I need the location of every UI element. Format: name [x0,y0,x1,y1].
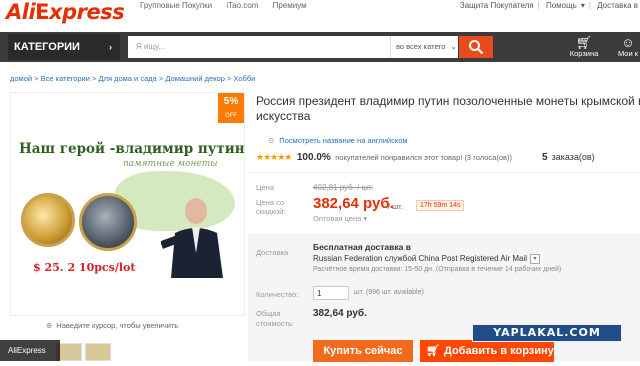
nav-bar: КАТЕГОРИИ › Я ищу... во всех катего ⌄ 🛒︎… [0,32,640,62]
search-category-select[interactable]: во всех катего ⌄ [390,36,458,58]
chevron-right-icon: › [109,42,112,52]
free-shipping-text: Бесплатная доставка в [313,242,411,252]
person-figure-image [161,198,223,278]
product-title: Россия президент владимир путин позолоче… [256,94,640,124]
discount-price-label-2: скидкой: [256,207,286,216]
rating-row: ★★★★★ 100.0% покупателей понравился этот… [256,152,512,163]
orders-count: 5 заказа(ов) [542,152,595,163]
discount-price-label-1: Цена со [256,198,285,207]
discount-price: 382,64 руб. [313,195,394,212]
chevron-down-icon: ▾ [580,1,585,10]
breadcrumb: домой > Все категории > Для дома и сада … [10,74,256,83]
cart-label: Корзина [569,49,599,58]
breadcrumb-all-categories[interactable]: Все категории [41,74,90,83]
ad-subline: памятные монеты [123,159,218,169]
thumbnail-strip [56,343,236,361]
ad-headline: Наш герой -владимир путин! [19,141,245,157]
help-link[interactable]: Помощь [546,1,577,10]
countdown-timer: 17h 59m 14s [416,200,465,211]
top-link-itao[interactable]: iTao.com [226,1,258,10]
discount-unit: % [229,96,239,107]
shipping-method-value: Russian Federation службой China Post Re… [313,254,528,264]
translate-title-link[interactable]: ⊙ Посмотреть название на английском [268,136,408,145]
thumbnail-image[interactable] [85,343,111,361]
categories-button[interactable]: КАТЕГОРИИ › [8,34,120,60]
divider: | [588,1,591,10]
discount-word: OFF [225,113,237,119]
search-button[interactable] [459,36,493,58]
rating-text[interactable]: покупателей понравился этот товар! (3 го… [335,153,512,162]
categories-label: КАТЕГОРИИ [14,41,80,53]
cart-button[interactable]: 🛒︎ Корзина [564,36,604,58]
top-right-links: Защита Покупателя | Помощь ▾ | Доставка в [456,1,638,10]
breadcrumb-home-decor[interactable]: Домашний декор [165,74,225,83]
coin-front-image [21,193,75,247]
orders-count-label: заказа(ов) [551,152,595,162]
chevron-down-icon: ⌄ [450,42,457,51]
cart-icon: 🛒︎ [575,35,593,50]
buyer-protection-link[interactable]: Защита Покупателя [460,1,534,10]
globe-icon: ⊙ [268,136,275,145]
shipping-label: Доставка [256,248,289,257]
buy-now-button[interactable]: Купить сейчас [313,340,413,362]
breadcrumb-home[interactable]: домой [10,74,32,83]
top-link-premium[interactable]: Премиум [273,1,307,10]
my-orders-button[interactable]: ☺︎ Мои к [608,36,640,58]
star-rating-icon: ★★★★★ [256,152,292,162]
ad-price-text: $ 25. 2 10pcs/lot [33,261,136,274]
zoom-hint: ⊕ Наведите курсор, чтобы увеличить [46,321,178,330]
wholesale-price-link[interactable]: Оптовая цена ▾ [313,214,367,223]
top-link-group-buy[interactable]: Групповые Покупки [140,1,212,10]
chevron-down-icon: ▾ [530,254,541,264]
watermark: YAPLAKAL.COM [472,324,622,342]
quantity-label: Количество: [256,290,299,299]
product-title-line2: искусства [256,109,311,123]
source-tag: AliExpress [0,340,60,361]
search-category-value: во всех катего [396,42,446,51]
top-bar: AliExpress Групповые Покупки iTao.com Пр… [0,0,640,30]
total-label-1: Общая [256,309,281,318]
quantity-input[interactable]: 1 [313,286,349,300]
logo-e-icon: E [35,0,50,24]
zoom-hint-text: Наведите курсор, чтобы увеличить [56,321,179,330]
price-label: Цена [256,183,275,192]
logo-text-xpress: xpress [49,0,125,24]
per-unit-label: / шт. [388,202,403,211]
user-icon: ☺︎ [621,35,635,50]
product-title-line1: Россия президент владимир путин позолоче… [256,94,640,108]
ship-to-link[interactable]: Доставка в [597,1,638,10]
logo-text-ali: Ali [6,0,36,24]
total-label-2: стоимость: [256,319,294,328]
quantity-note: шт. (996 шт. available) [354,289,424,296]
breadcrumb-hobby[interactable]: Хобби [233,74,255,83]
breadcrumb-home-garden[interactable]: Для дома и сада [98,74,156,83]
my-orders-label: Мои к [617,49,639,58]
rating-percent: 100.0% [296,152,331,163]
coin-back-image [79,193,137,251]
search-icon [469,40,484,55]
magnifier-icon: ⊕ [46,321,53,330]
translate-link-text: Посмотреть название на английском [279,136,408,145]
aliexpress-logo[interactable]: AliExpress [6,0,125,24]
add-to-cart-button[interactable]: 🛒︎ Добавить в корзину [420,340,554,362]
search-input[interactable]: Я ищу... [128,36,390,58]
cart-icon: 🛒︎ [426,345,440,357]
orders-count-value: 5 [542,152,548,163]
divider: | [537,1,540,10]
price-section: Цена 402,81 руб. / шт. Цена со скидкой: … [248,172,640,231]
shipping-method-select[interactable]: Russian Federation службой China Post Re… [313,254,541,264]
total-price: 382,64 руб. [313,308,367,319]
discount-badge: 5% OFF [218,93,244,123]
add-to-cart-label: Добавить в корзину [443,345,554,357]
old-price: 402,81 руб. / шт. [313,183,374,192]
top-links: Групповые Покупки iTao.com Премиум [140,1,319,10]
product-image[interactable]: Наш герой -владимир путин! памятные моне… [10,92,245,316]
delivery-time-text: Расчётное время доставки: 15-50 дн. (Отп… [313,266,562,273]
